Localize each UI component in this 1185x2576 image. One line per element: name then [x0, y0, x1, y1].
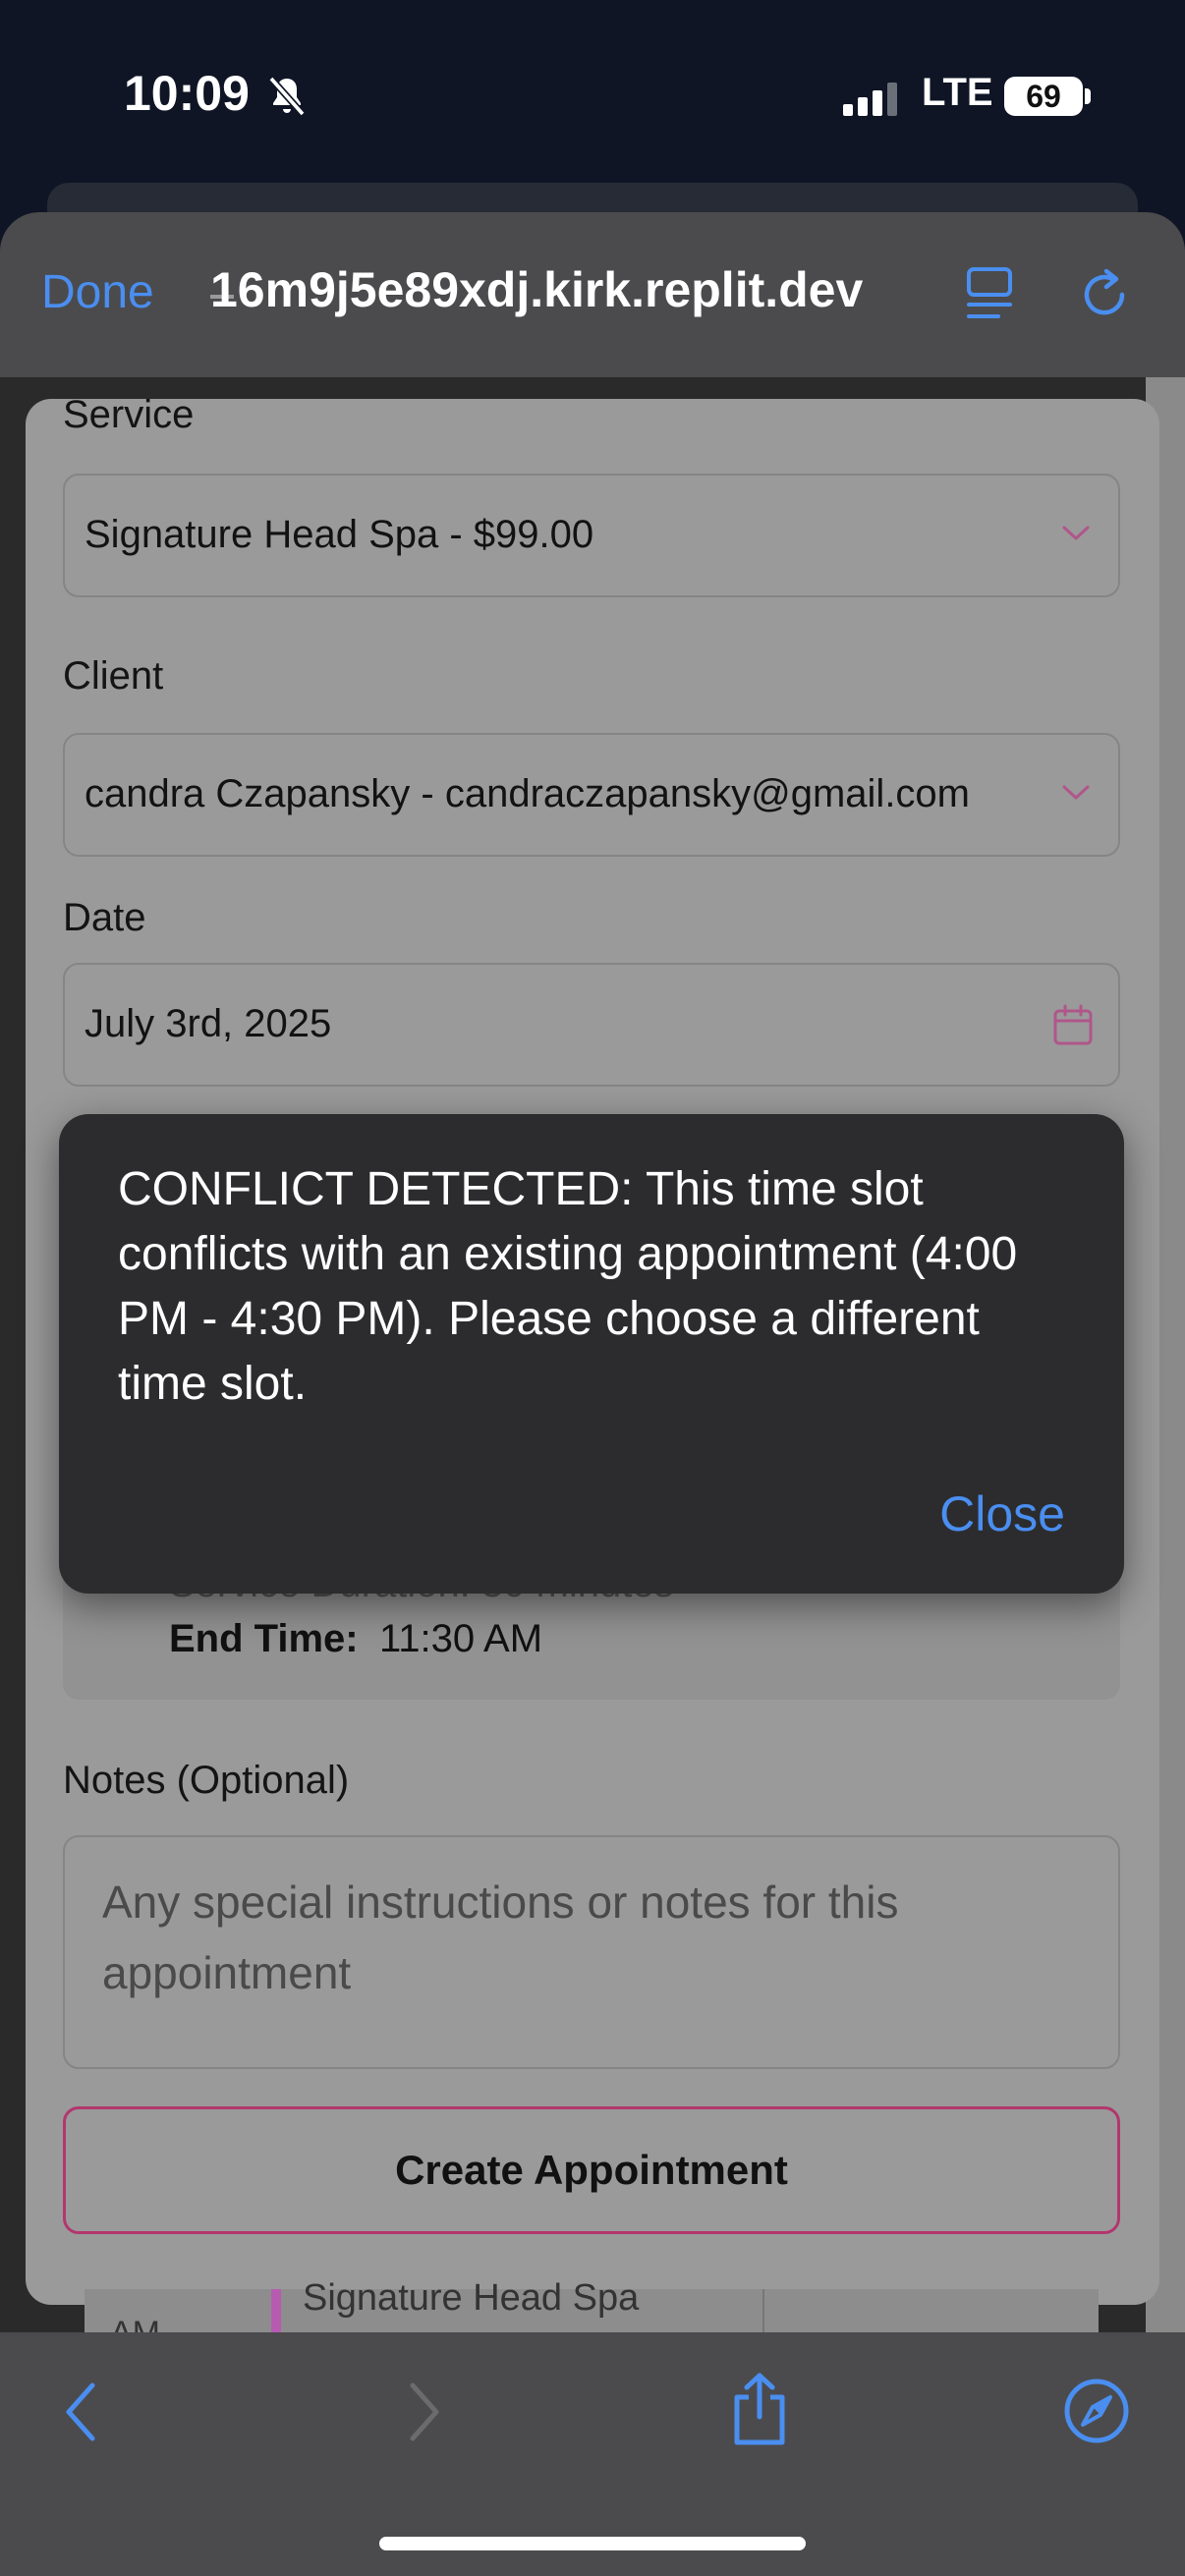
chevron-down-icon	[1061, 525, 1091, 547]
done-button[interactable]: Done	[41, 265, 154, 319]
reload-icon[interactable]	[1077, 265, 1134, 327]
service-label: Service	[63, 393, 195, 436]
notes-textarea[interactable]: Any special instructions or notes for th…	[63, 1835, 1120, 2069]
date-picker[interactable]: July 3rd, 2025	[63, 963, 1120, 1087]
end-time-label: End Time:	[169, 1617, 359, 1660]
service-value: Signature Head Spa - $99.00	[85, 513, 594, 556]
compass-icon[interactable]	[1063, 2378, 1130, 2449]
share-icon[interactable]	[727, 2372, 792, 2451]
calendar-icon	[1051, 1004, 1095, 1052]
url-bar[interactable]: 16m9j5e89xdj.kirk.replit.dev	[210, 261, 863, 318]
client-label: Client	[63, 654, 164, 698]
silent-bell-icon	[263, 73, 310, 125]
home-indicator	[379, 2537, 806, 2550]
date-label: Date	[63, 896, 146, 939]
back-icon[interactable]	[61, 2380, 100, 2449]
forward-icon[interactable]	[405, 2380, 444, 2449]
chevron-down-icon	[1061, 784, 1091, 807]
client-value: candra Czapansky - candraczapansky@gmail…	[85, 772, 970, 815]
date-value: July 3rd, 2025	[85, 1002, 332, 1045]
status-time: 10:09	[124, 66, 250, 121]
battery-nub	[1085, 88, 1091, 104]
network-type: LTE	[922, 71, 993, 114]
battery-icon: 69	[1004, 77, 1083, 116]
end-time-value: 11:30 AM	[379, 1617, 543, 1660]
notes-label: Notes (Optional)	[63, 1759, 350, 1802]
alert-message: CONFLICT DETECTED: This time slot confli…	[118, 1163, 1018, 1410]
calendar-event-title: Signature Head Spa	[303, 2277, 640, 2319]
conflict-alert: CONFLICT DETECTED: This time slot confli…	[59, 1114, 1124, 1594]
create-appointment-button[interactable]: Create Appointment	[63, 2106, 1120, 2234]
notes-placeholder: Any special instructions or notes for th…	[102, 1876, 899, 1998]
cellular-signal-icon	[843, 83, 902, 121]
alert-close-button[interactable]: Close	[939, 1485, 1065, 1542]
service-select[interactable]: Signature Head Spa - $99.00	[63, 474, 1120, 597]
client-select[interactable]: candra Czapansky - candraczapansky@gmail…	[63, 733, 1120, 857]
reader-icon[interactable]	[965, 265, 1016, 325]
